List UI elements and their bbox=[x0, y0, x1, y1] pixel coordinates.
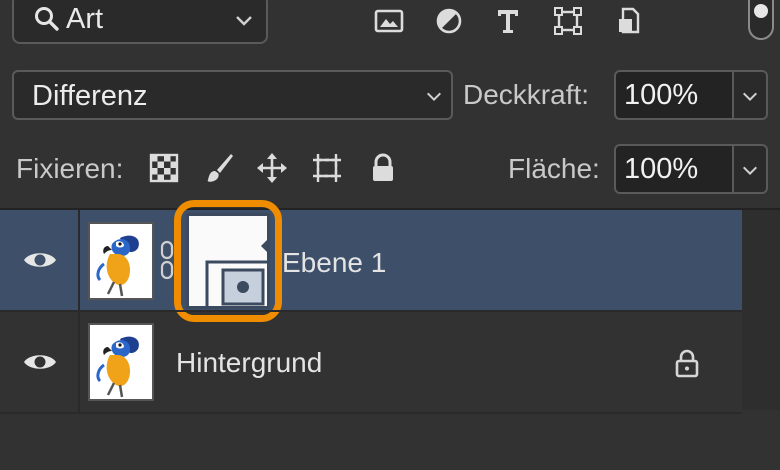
opacity-label: Deckkraft: bbox=[463, 79, 590, 110]
image-filter-icon[interactable] bbox=[374, 6, 404, 36]
visibility-eye-icon[interactable] bbox=[22, 248, 58, 272]
layer-name[interactable]: Hintergrund bbox=[176, 347, 322, 379]
chevron-down-icon bbox=[742, 92, 758, 102]
chevron-down-icon bbox=[426, 92, 442, 102]
row-divider bbox=[78, 210, 80, 310]
opacity-input[interactable]: 100% bbox=[614, 70, 734, 120]
lock-all-icon[interactable] bbox=[367, 152, 399, 184]
text-filter-icon[interactable] bbox=[493, 6, 523, 36]
toggle-knob bbox=[754, 4, 768, 18]
lock-artboard-icon[interactable] bbox=[311, 152, 343, 184]
layer-divider bbox=[0, 412, 742, 414]
chevron-down-icon bbox=[236, 16, 252, 26]
smart-object-filter-icon[interactable] bbox=[614, 6, 644, 36]
lock-brush-icon[interactable] bbox=[203, 152, 235, 184]
fill-input[interactable]: 100% bbox=[614, 144, 734, 194]
layers-scrollbar-track[interactable] bbox=[742, 210, 780, 410]
lock-move-icon[interactable] bbox=[256, 152, 288, 184]
adjustment-filter-icon[interactable] bbox=[434, 6, 464, 36]
layer-filter-select[interactable]: Art bbox=[12, 0, 268, 44]
search-icon bbox=[35, 7, 59, 31]
lock-transparency-icon[interactable] bbox=[148, 152, 180, 184]
blend-mode-select[interactable]: Differenz bbox=[12, 70, 453, 120]
vector-mask-icon bbox=[205, 240, 267, 306]
layer-thumbnail-parrot bbox=[88, 323, 154, 401]
chevron-down-icon bbox=[742, 166, 758, 176]
fill-label: Fläche: bbox=[508, 153, 600, 184]
layer-lock-icon[interactable] bbox=[674, 348, 700, 378]
blend-mode-value: Differenz bbox=[32, 80, 148, 112]
layer-name[interactable]: Ebene 1 bbox=[282, 247, 386, 279]
chain-link-icon[interactable] bbox=[160, 240, 174, 280]
fill-dropdown-button[interactable] bbox=[734, 144, 768, 194]
visibility-eye-icon[interactable] bbox=[22, 350, 58, 374]
opacity-dropdown-button[interactable] bbox=[734, 70, 768, 120]
layer-row-ebene-1[interactable]: Ebene 1 bbox=[0, 210, 742, 310]
filter-label: Art bbox=[66, 2, 104, 35]
layer-row-hintergrund[interactable]: Hintergrund bbox=[0, 312, 742, 412]
filter-toggle-switch[interactable] bbox=[748, 0, 774, 40]
shape-filter-icon[interactable] bbox=[553, 6, 583, 36]
layer-mask-thumbnail[interactable] bbox=[186, 213, 270, 309]
layer-thumbnail-parrot bbox=[88, 222, 154, 300]
lock-label: Fixieren: bbox=[16, 153, 124, 184]
parrot-image-icon bbox=[96, 336, 139, 398]
row-divider bbox=[78, 312, 80, 412]
parrot-image-icon bbox=[96, 235, 139, 297]
